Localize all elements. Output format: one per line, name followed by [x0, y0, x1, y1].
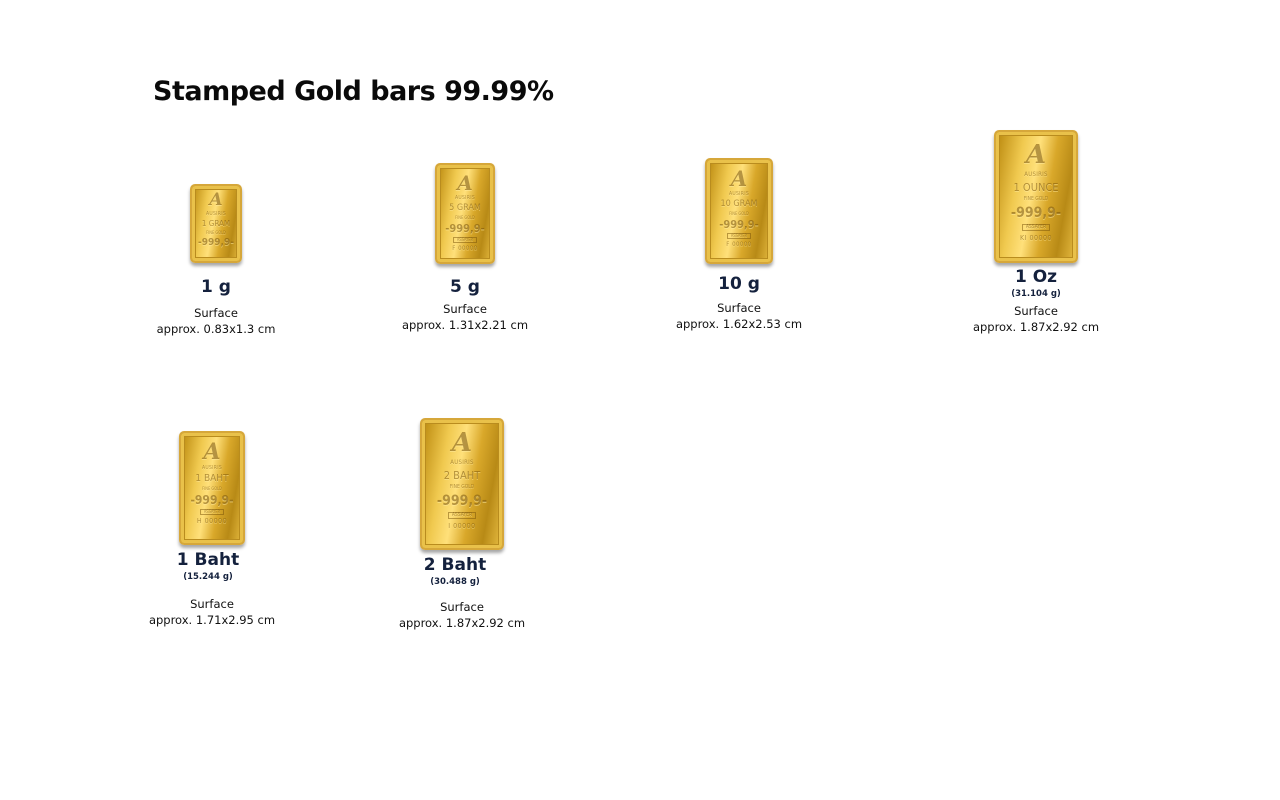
gold-bar-image: A AUSIRIS 1 BAHT FINE GOLD -999,9- ASSAY… — [179, 431, 245, 545]
bar-brand: AUSIRIS — [729, 191, 749, 197]
product-card-1g: A AUSIRIS 1 GRAM FINE GOLD -999,9- 1 g S… — [106, 184, 326, 337]
surface-label: Surface — [190, 597, 234, 612]
gold-bar-image: A AUSIRIS 10 GRAM FINE GOLD -999,9- ASSA… — [705, 158, 773, 264]
bar-fine-gold: FINE GOLD — [202, 486, 222, 491]
bar-fine-gold: FINE GOLD — [206, 230, 226, 235]
surface-value: approx. 1.87x2.92 cm — [972, 320, 1100, 335]
product-name: 10 g — [718, 274, 760, 294]
surface-value: approx. 1.87x2.92 cm — [398, 616, 526, 631]
product-name: 2 Baht — [423, 555, 487, 575]
bar-assayer-stamp: ASSAYER — [452, 237, 478, 243]
ausiris-logo-icon: A — [730, 166, 748, 191]
surface-label: Surface — [717, 300, 761, 315]
bar-purity: -999,9- — [198, 237, 234, 248]
surface-value: approx. 1.62x2.53 cm — [675, 316, 803, 331]
surface-label: Surface — [440, 600, 484, 615]
product-card-5g: A AUSIRIS 5 GRAM FINE GOLD -999,9- ASSAY… — [355, 163, 575, 333]
bar-serial: H 00000 — [196, 517, 228, 525]
bar-fine-gold: FINE GOLD — [455, 215, 475, 220]
gold-bar-image: A AUSIRIS 2 BAHT FINE GOLD -999,9- ASSAY… — [420, 418, 504, 550]
product-name: 5 g — [450, 277, 480, 297]
product-weight-grams: (31.104 g) — [1011, 288, 1061, 299]
product-card-10g: A AUSIRIS 10 GRAM FINE GOLD -999,9- ASSA… — [629, 158, 849, 332]
bar-serial: F 00000 — [726, 241, 752, 248]
product-card-1oz: A AUSIRIS 1 OUNCE FINE GOLD -999,9- ASSA… — [926, 130, 1146, 335]
bar-brand: AUSIRIS — [455, 195, 475, 201]
surface-label: Surface — [194, 305, 238, 320]
bar-weight: 1 GRAM — [201, 219, 231, 228]
bar-serial: KI 00000 — [1019, 234, 1052, 242]
surface-value: approx. 1.31x2.21 cm — [401, 317, 529, 332]
bar-fine-gold: FINE GOLD — [1023, 196, 1049, 202]
ausiris-logo-icon: A — [209, 190, 223, 210]
gold-bar-image: A AUSIRIS 5 GRAM FINE GOLD -999,9- ASSAY… — [435, 163, 495, 264]
bar-fine-gold: FINE GOLD — [449, 484, 475, 490]
bar-brand: AUSIRIS — [450, 459, 474, 466]
bar-assayer-stamp: ASSAYER — [447, 512, 477, 519]
bar-serial: F 00000 — [452, 245, 478, 252]
bar-weight: 5 GRAM — [449, 203, 481, 213]
page-title: Stamped Gold bars 99.99% — [153, 76, 554, 107]
surface-value: approx. 0.83x1.3 cm — [156, 321, 276, 336]
ausiris-logo-icon: A — [457, 171, 473, 195]
bar-brand: AUSIRIS — [206, 211, 226, 217]
bar-weight: 2 BAHT — [443, 469, 481, 482]
bar-purity: -999,9- — [1010, 205, 1062, 221]
product-name: 1 Baht — [176, 550, 240, 570]
product-card-2baht: A AUSIRIS 2 BAHT FINE GOLD -999,9- ASSAY… — [352, 418, 572, 631]
ausiris-logo-icon: A — [203, 439, 221, 465]
ausiris-logo-icon: A — [451, 428, 473, 458]
bar-assayer-stamp: ASSAYER — [199, 509, 225, 515]
bar-purity: -999,9- — [436, 493, 488, 509]
ausiris-logo-icon: A — [1025, 140, 1047, 170]
bar-brand: AUSIRIS — [202, 465, 222, 471]
bar-weight: 1 BAHT — [195, 473, 229, 484]
product-weight-grams: (30.488 g) — [430, 576, 480, 587]
bar-brand: AUSIRIS — [1024, 171, 1048, 178]
gold-bar-image: A AUSIRIS 1 GRAM FINE GOLD -999,9- — [190, 184, 242, 263]
bar-purity: -999,9- — [445, 222, 485, 235]
bar-fine-gold: FINE GOLD — [729, 211, 749, 216]
bar-purity: -999,9- — [190, 493, 234, 507]
bar-purity: -999,9- — [719, 218, 759, 231]
surface-label: Surface — [1014, 304, 1058, 319]
product-weight-grams: (15.244 g) — [183, 571, 233, 582]
bar-weight: 1 OUNCE — [1013, 181, 1059, 194]
bar-assayer-stamp: ASSAYER — [1021, 224, 1051, 231]
bar-weight: 10 GRAM — [720, 199, 758, 209]
surface-label: Surface — [443, 301, 487, 316]
product-name: 1 Oz — [1014, 267, 1058, 287]
surface-value: approx. 1.71x2.95 cm — [148, 613, 276, 628]
product-name: 1 g — [201, 277, 231, 297]
gold-bar-image: A AUSIRIS 1 OUNCE FINE GOLD -999,9- ASSA… — [994, 130, 1078, 263]
product-card-1baht: A AUSIRIS 1 BAHT FINE GOLD -999,9- ASSAY… — [102, 431, 322, 628]
bar-assayer-stamp: ASSAYER — [726, 233, 752, 239]
bar-serial: I 00000 — [448, 522, 476, 530]
